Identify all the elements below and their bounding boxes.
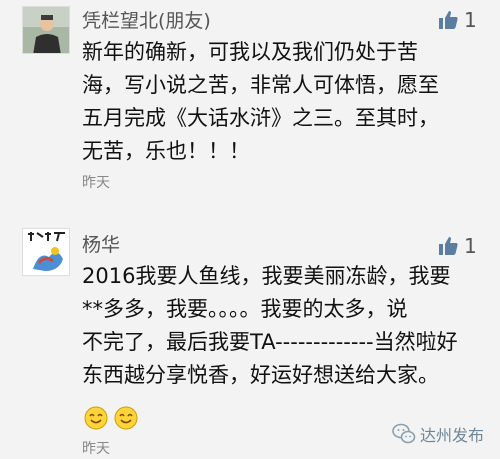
comment-line: **多多，我要。。。。我要的太多，说 xyxy=(82,297,408,321)
thumb-up-icon xyxy=(439,11,458,29)
comment-text: 2016我要人鱼线，我要美丽冻龄，我要 **多多，我要。。。。我要的太多，说 不… xyxy=(82,260,492,392)
avatar[interactable] xyxy=(22,228,70,276)
comment-line: 海，写小说之苦，非常人可体悟，愿至 xyxy=(82,73,439,97)
emoji-row xyxy=(84,406,138,430)
comment-timestamp: 昨天 xyxy=(82,175,110,191)
comment-line: 新年的确新，可我以及我们仍处于苦 xyxy=(82,40,418,64)
calligraphy-artwork-icon xyxy=(23,229,69,275)
smile-emoji-icon xyxy=(84,406,108,430)
comment-author[interactable]: 凭栏望北(朋友) xyxy=(82,6,211,33)
comment-author[interactable]: 杨华 xyxy=(82,230,120,257)
comment-text: 新年的确新，可我以及我们仍处于苦 海，写小说之苦，非常人可体悟，愿至 五月完成《… xyxy=(82,36,492,168)
wechat-icon xyxy=(392,423,416,444)
comment-line: 东西越分享悦香，好运好想送给大家。 xyxy=(82,363,439,387)
like-button[interactable]: 1 xyxy=(438,234,477,258)
comment-timestamp: 昨天 xyxy=(82,441,110,457)
watermark: 达州发布 xyxy=(392,422,484,446)
comment-line: 不完了，最后我要TA-------------当然啦好 xyxy=(82,330,458,354)
comment-item: 凭栏望北(朋友) 1 新年的确新，可我以及我们仍处于苦 海，写小说之苦，非常人可… xyxy=(0,0,500,200)
like-count: 1 xyxy=(464,234,477,258)
person-portrait-icon xyxy=(23,7,69,53)
avatar[interactable] xyxy=(22,6,70,54)
comment-line: 无苦，乐也！！！ xyxy=(82,139,250,163)
comment-line: 五月完成《大话水浒》之三。至其时， xyxy=(82,106,439,130)
thumb-up-icon xyxy=(439,237,458,255)
smile-emoji-icon xyxy=(114,406,138,430)
like-count: 1 xyxy=(464,8,477,32)
like-button[interactable]: 1 xyxy=(438,8,477,32)
watermark-label: 达州发布 xyxy=(420,426,485,445)
comment-line: 2016我要人鱼线，我要美丽冻龄，我要 xyxy=(82,264,451,288)
